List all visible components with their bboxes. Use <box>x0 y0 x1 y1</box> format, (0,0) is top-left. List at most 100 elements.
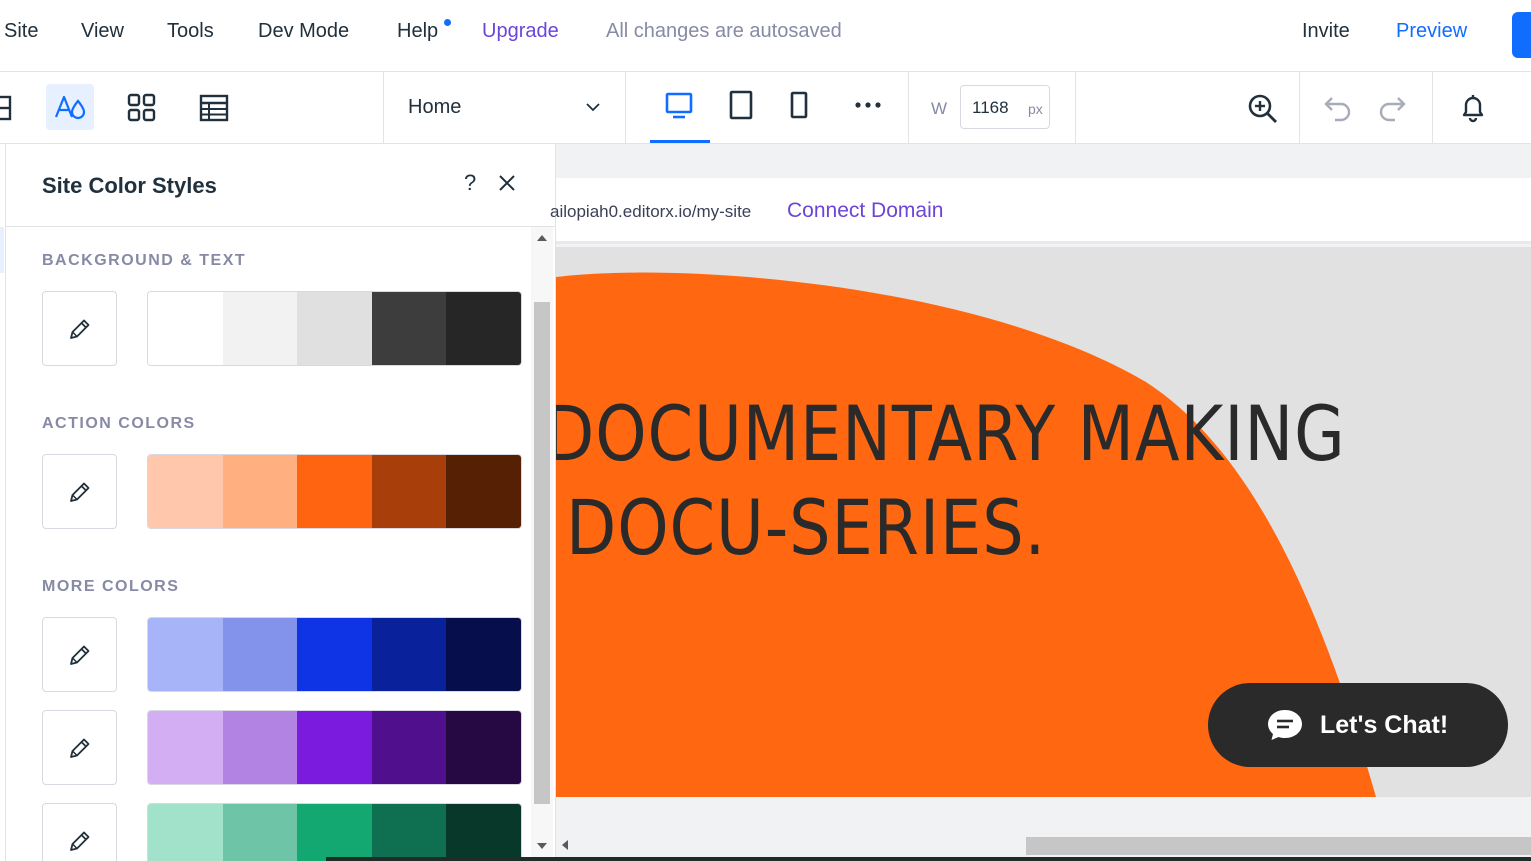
color-swatch[interactable] <box>297 292 372 365</box>
more-options-icon[interactable] <box>852 94 884 116</box>
toolbar-divider <box>1432 72 1433 144</box>
editor-window: Site View Tools Dev Mode Help Upgrade Al… <box>0 0 1531 861</box>
menu-help[interactable]: Help <box>397 20 438 43</box>
menu-dev-mode[interactable]: Dev Mode <box>258 20 349 43</box>
bottom-edge-strip <box>326 857 1531 861</box>
hero-heading-line-2[interactable]: DOCU-SERIES. <box>566 483 1046 572</box>
panel-header: Site Color Styles ? <box>6 144 556 227</box>
color-swatch[interactable] <box>446 455 521 528</box>
pencil-icon <box>69 738 89 758</box>
cms-table-icon[interactable] <box>198 92 230 124</box>
menu-tools[interactable]: Tools <box>167 20 214 43</box>
edit-palette-button[interactable] <box>42 454 117 529</box>
section-label-background-text: BACKGROUND & TEXT <box>42 252 247 269</box>
color-swatch[interactable] <box>371 292 447 365</box>
desktop-icon[interactable] <box>662 88 696 122</box>
toolbar-divider <box>383 72 384 144</box>
edit-palette-button[interactable] <box>42 291 117 366</box>
panel-scrollbar[interactable] <box>531 227 553 861</box>
palette-background-text[interactable] <box>147 291 522 366</box>
upgrade-link[interactable]: Upgrade <box>482 20 559 43</box>
chat-button[interactable]: Let's Chat! <box>1208 683 1508 767</box>
chat-button-label: Let's Chat! <box>1320 711 1449 739</box>
color-swatch[interactable] <box>148 804 223 861</box>
invite-button[interactable]: Invite <box>1302 20 1350 43</box>
site-hero-section[interactable]: DOCUMENTARY MAKING DOCU-SERIES. Let's Ch… <box>556 247 1531 797</box>
close-icon[interactable] <box>498 174 516 197</box>
autosave-status: All changes are autosaved <box>606 20 842 42</box>
toolbar-divider <box>908 72 909 144</box>
scroll-up-arrow-icon[interactable] <box>537 235 547 241</box>
left-rail-active-marker <box>0 227 4 273</box>
color-swatch[interactable] <box>371 711 447 784</box>
section-label-action-colors: ACTION COLORS <box>42 415 196 432</box>
palette-purple[interactable] <box>147 710 522 785</box>
notifications-bell-icon[interactable] <box>1458 92 1488 124</box>
panel-title: Site Color Styles <box>42 173 217 198</box>
color-swatch[interactable] <box>446 618 521 691</box>
editor-toolbar: Home W 1168 px <box>0 72 1531 144</box>
top-menu-bar: Site View Tools Dev Mode Help Upgrade Al… <box>0 0 1531 72</box>
tablet-icon[interactable] <box>726 88 756 122</box>
color-swatch[interactable] <box>446 804 521 861</box>
palette-action-colors[interactable] <box>147 454 522 529</box>
editor-canvas: ailopiah0.editorx.io/my-site Connect Dom… <box>550 144 1531 861</box>
color-swatch[interactable] <box>297 711 372 784</box>
canvas-horizontal-scrollbar[interactable] <box>556 834 1531 858</box>
color-swatch[interactable] <box>371 455 447 528</box>
scroll-left-arrow-icon[interactable] <box>562 840 568 850</box>
panel-scrollbar-thumb[interactable] <box>534 302 550 804</box>
color-swatch[interactable] <box>148 455 223 528</box>
connect-domain-link[interactable]: Connect Domain <box>787 199 943 223</box>
menu-site[interactable]: Site <box>4 20 38 43</box>
canvas-scrollbar-thumb[interactable] <box>1026 837 1531 855</box>
preview-button[interactable]: Preview <box>1396 20 1467 43</box>
help-notification-dot <box>444 19 451 26</box>
redo-icon[interactable] <box>1376 92 1408 124</box>
color-swatch[interactable] <box>148 711 223 784</box>
mobile-icon[interactable] <box>786 88 812 122</box>
color-swatch[interactable] <box>222 455 298 528</box>
color-swatch[interactable] <box>371 618 447 691</box>
palette-green[interactable] <box>147 803 522 861</box>
edit-palette-button[interactable] <box>42 617 117 692</box>
pencil-icon <box>69 831 89 851</box>
pencil-icon <box>69 482 89 502</box>
color-swatch[interactable] <box>297 804 372 861</box>
scroll-down-arrow-icon[interactable] <box>537 843 547 849</box>
color-swatch[interactable] <box>371 804 447 861</box>
color-swatch[interactable] <box>446 711 521 784</box>
color-swatch[interactable] <box>297 618 372 691</box>
site-url-bar: ailopiah0.editorx.io/my-site Connect Dom… <box>550 178 1531 244</box>
zoom-in-icon[interactable] <box>1246 92 1280 126</box>
chat-bubble-icon <box>1268 710 1302 740</box>
width-input[interactable]: 1168 px <box>960 85 1050 129</box>
apps-grid-icon[interactable] <box>126 92 158 124</box>
site-color-styles-panel: Site Color Styles ? BACKGROUND & TEXT AC… <box>6 144 556 861</box>
hero-heading-line-1[interactable]: DOCUMENTARY MAKING <box>556 389 1346 478</box>
menu-view[interactable]: View <box>81 20 124 43</box>
color-swatch[interactable] <box>222 292 298 365</box>
palette-blue[interactable] <box>147 617 522 692</box>
layers-icon[interactable] <box>0 94 14 122</box>
help-button[interactable]: ? <box>464 170 476 196</box>
edit-palette-button[interactable] <box>42 803 117 861</box>
edit-palette-button[interactable] <box>42 710 117 785</box>
color-swatch[interactable] <box>446 292 521 365</box>
width-value: 1168 <box>972 98 1009 117</box>
color-swatch[interactable] <box>222 618 298 691</box>
publish-button[interactable] <box>1512 12 1531 58</box>
page-selector[interactable]: Home <box>408 96 461 119</box>
color-swatch[interactable] <box>297 455 372 528</box>
color-swatch[interactable] <box>222 804 298 861</box>
color-swatch[interactable] <box>148 618 223 691</box>
color-swatch[interactable] <box>148 292 223 365</box>
toolbar-divider <box>625 72 626 144</box>
site-styles-icon[interactable] <box>46 84 94 130</box>
chevron-down-icon[interactable] <box>584 100 602 114</box>
width-label: W <box>931 99 948 118</box>
undo-icon[interactable] <box>1322 92 1354 124</box>
toolbar-divider <box>1075 72 1076 144</box>
color-swatch[interactable] <box>222 711 298 784</box>
site-url: ailopiah0.editorx.io/my-site <box>550 202 752 221</box>
